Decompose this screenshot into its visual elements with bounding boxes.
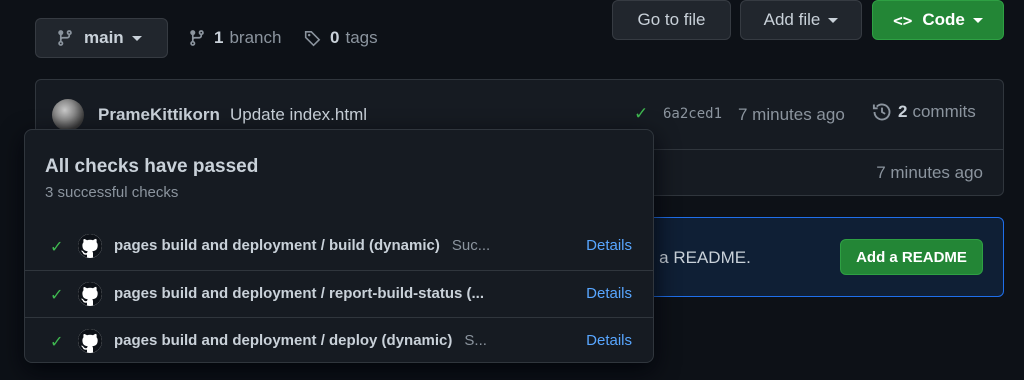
check-name: pages build and deployment / report-buil… xyxy=(114,285,485,302)
branch-count: 1 xyxy=(214,28,224,47)
tag-icon xyxy=(304,31,321,47)
commit-sha[interactable]: 6a2ced1 xyxy=(663,106,722,122)
history-icon xyxy=(872,103,891,121)
check-status: Suc... xyxy=(451,237,491,254)
tags-link[interactable]: 0 tags xyxy=(304,18,378,58)
check-icon: ✓ xyxy=(50,334,64,351)
checks-subtitle: 3 successful checks xyxy=(45,184,179,201)
check-icon: ✓ xyxy=(50,239,64,256)
github-logo-icon xyxy=(78,234,102,258)
check-details-link[interactable]: Details xyxy=(586,285,632,302)
code-icon: <> xyxy=(893,10,913,30)
checks-title: All checks have passed xyxy=(45,156,259,177)
code-button[interactable]: <> Code xyxy=(872,0,1004,40)
chevron-down-icon xyxy=(828,17,839,23)
checks-popover: All checks have passed 3 successful chec… xyxy=(24,129,654,363)
avatar[interactable] xyxy=(52,99,84,131)
github-logo-icon xyxy=(78,329,102,353)
go-to-file-button[interactable]: Go to file xyxy=(612,0,731,40)
tag-label: tags xyxy=(345,28,378,47)
commit-author[interactable]: PrameKittikorn xyxy=(98,105,220,125)
commit-message[interactable]: Update index.html xyxy=(230,105,367,125)
commits-label: commits xyxy=(912,102,976,121)
branch-select-button[interactable]: main xyxy=(35,18,168,58)
tag-count: 0 xyxy=(330,28,340,47)
check-item: ✓ pages build and deployment / deploy (d… xyxy=(25,317,653,362)
check-name: pages build and deployment / build (dyna… xyxy=(114,237,491,254)
git-branch-icon xyxy=(190,30,204,46)
commit-time: 7 minutes ago xyxy=(738,105,845,124)
check-list: ✓ pages build and deployment / build (dy… xyxy=(25,223,653,362)
git-branch-icon xyxy=(58,30,72,46)
add-readme-button[interactable]: Add a README xyxy=(840,239,983,275)
add-file-label: Add file xyxy=(763,10,821,29)
check-item: ✓ pages build and deployment / report-bu… xyxy=(25,270,653,317)
check-details-link[interactable]: Details xyxy=(586,237,632,254)
branch-label: branch xyxy=(229,28,282,47)
check-details-link[interactable]: Details xyxy=(586,332,632,349)
file-row-time: 7 minutes ago xyxy=(876,163,983,182)
commits-count: 2 xyxy=(898,102,908,121)
chevron-down-icon xyxy=(972,17,983,23)
check-icon[interactable]: ✓ xyxy=(634,104,648,124)
branch-name: main xyxy=(84,28,124,47)
check-item: ✓ pages build and deployment / build (dy… xyxy=(25,223,653,270)
github-logo-icon xyxy=(78,282,102,306)
code-label: Code xyxy=(922,10,965,29)
check-icon: ✓ xyxy=(50,287,64,304)
add-file-button[interactable]: Add file xyxy=(740,0,862,40)
go-to-file-label: Go to file xyxy=(637,10,706,29)
readme-banner-text: g a README. xyxy=(645,248,751,267)
check-status: S... xyxy=(464,332,487,349)
branches-link[interactable]: 1 branch xyxy=(188,18,281,58)
chevron-down-icon xyxy=(131,35,142,41)
commits-history-link[interactable]: 2 commits xyxy=(872,102,976,122)
check-name: pages build and deployment / deploy (dyn… xyxy=(114,332,487,349)
